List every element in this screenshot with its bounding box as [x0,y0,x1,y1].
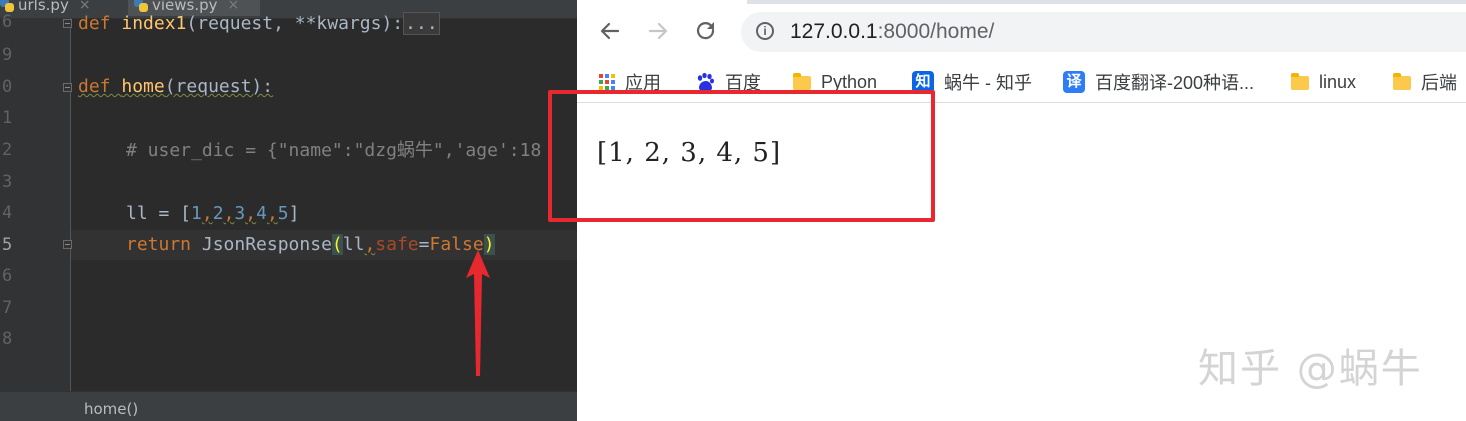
line-number: 0 [2,77,13,97]
keyword-arg-name: safe [375,234,419,255]
address-bar[interactable]: i 127.0.0.1:8000/home/ [741,12,1466,52]
baidu-icon [697,72,714,91]
comma: , [245,203,257,224]
line-number: 6 [2,266,13,286]
folder-icon [1393,73,1411,90]
bookmark-label: 蜗牛 - 知乎 [944,73,1032,93]
python-file-icon [134,0,148,12]
function-name: index1 [121,13,187,34]
folder-icon [793,73,811,90]
comma: , [201,203,213,224]
line-number: 3 [2,172,13,192]
comma: , [364,234,376,255]
url-host: 127.0.0.1 [790,20,878,43]
back-button[interactable] [597,18,623,44]
number: 1 [191,203,202,224]
apps-icon [599,74,615,90]
watermark: 知乎 @蜗牛 [1198,346,1423,392]
url-path: :8000/home/ [877,20,995,43]
folded-code-placeholder[interactable]: ... [403,12,440,35]
python-file-icon [0,0,14,12]
code-text: ll [342,234,365,255]
fold-marker-icon[interactable] [63,83,72,92]
number: 3 [234,203,246,224]
fold-marker-icon[interactable] [63,19,72,28]
fold-marker-icon[interactable] [63,240,72,249]
folder-icon [1291,73,1309,90]
breadcrumb[interactable]: home() [84,400,138,418]
function-call: JsonResponse [201,234,332,255]
tab-strip-edge [747,0,1466,4]
code-line-list-assign[interactable]: ll = [1,2,3,4,5] [126,202,299,226]
annotation-highlight-box [548,90,935,222]
code-text: (request, **kwargs): [186,13,404,34]
comma: , [266,203,278,224]
code-text: ] [288,203,300,224]
forward-icon [648,22,668,40]
bookmark-baidu-translate[interactable]: 译 百度翻译-200种语... [1063,70,1254,94]
translate-icon: 译 [1063,71,1085,93]
comment-text: # user_dic = {"name":"dzg蜗牛",'age':18 [126,140,542,161]
line-number: 5 [2,235,13,255]
keyword: def [78,13,122,34]
code-text: (request): [164,76,274,97]
line-number: 2 [2,140,13,160]
code-line-return[interactable]: return JsonResponse(ll,safe=False) [126,233,495,257]
bookmark-folder-backend[interactable]: 后端 [1393,70,1457,94]
bookmark-label: 百度翻译-200种语... [1095,73,1255,93]
number: 5 [277,203,289,224]
tab-label: urls.py [18,0,69,14]
equals-sign: = [418,234,430,255]
keyword: def [78,76,122,97]
annotation-arrow-icon [466,250,490,376]
breadcrumb-bar: home() [0,391,577,421]
back-icon [600,22,620,40]
number: 4 [256,203,267,224]
code-line-def-home[interactable]: def home(request): [78,75,273,99]
number: 2 [212,203,224,224]
site-info-icon[interactable]: i [756,22,774,40]
bookmark-label: 后端 [1421,73,1457,93]
bookmark-folder-linux[interactable]: linux [1291,70,1356,94]
code-line-def-index1[interactable]: def index1(request, **kwargs):... [78,12,440,36]
line-number: 1 [2,108,13,128]
code-line-comment[interactable]: # user_dic = {"name":"dzg蜗牛",'age':18 [126,139,541,163]
line-number: 7 [2,298,13,318]
url-text[interactable]: 127.0.0.1:8000/home/ [790,20,994,44]
reload-button[interactable] [693,18,719,44]
line-number: 9 [2,45,13,65]
bookmark-label: linux [1319,71,1357,92]
function-name: home [121,76,165,97]
line-number: 6 [2,12,13,32]
line-number: 8 [2,329,13,349]
paren-open: ( [331,234,343,255]
code-text: ll = [ [126,203,192,224]
forward-button[interactable] [645,18,671,44]
keyword: return [126,234,202,255]
reload-icon [696,22,715,40]
browser-toolbar: i 127.0.0.1:8000/home/ [577,0,1466,62]
line-number: 4 [2,203,13,223]
comma: , [223,203,235,224]
